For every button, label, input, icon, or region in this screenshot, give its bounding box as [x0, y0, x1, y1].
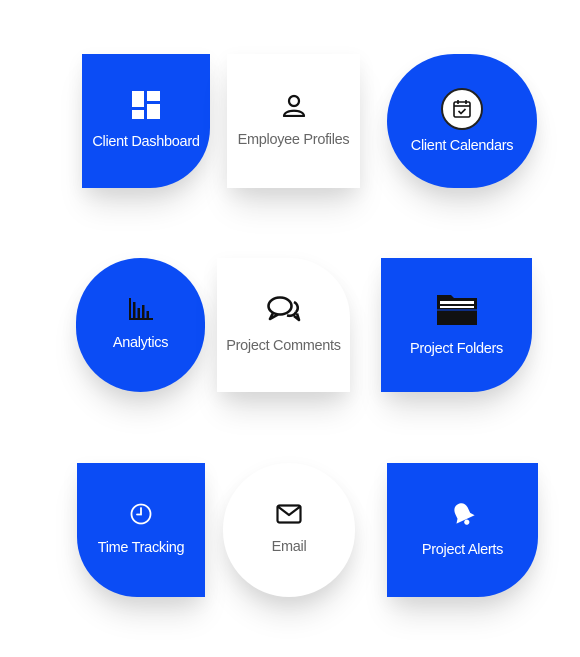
tile-label: Project Folders: [409, 341, 503, 357]
clock-icon: [130, 503, 152, 530]
bar-chart-icon: [128, 298, 153, 325]
employee-profiles-tile[interactable]: Employee Profiles: [227, 54, 360, 188]
bell-icon: [450, 501, 476, 532]
client-dashboard-tile[interactable]: Client Dashboard: [82, 54, 210, 188]
analytics-tile[interactable]: Analytics: [76, 258, 205, 392]
tile-label: Email: [271, 539, 307, 555]
tile-label: Project Comments: [226, 338, 341, 354]
calendar-check-icon: [441, 87, 483, 130]
folder-icon: [436, 292, 478, 331]
tile-label: Client Calendars: [410, 137, 514, 154]
tile-label: Project Alerts: [421, 542, 504, 558]
time-tracking-tile[interactable]: Time Tracking: [77, 463, 205, 597]
tile-label: Time Tracking: [97, 540, 185, 556]
envelope-icon: [276, 504, 302, 529]
project-alerts-tile[interactable]: Project Alerts: [387, 463, 538, 597]
email-tile[interactable]: Email: [223, 463, 355, 597]
tile-label: Client Dashboard: [92, 134, 200, 150]
tile-label: Employee Profiles: [237, 132, 350, 148]
comments-icon: [266, 295, 302, 328]
project-folders-tile[interactable]: Project Folders: [381, 258, 532, 392]
project-comments-tile[interactable]: Project Comments: [217, 258, 350, 392]
user-icon: [282, 93, 306, 122]
dashboard-icon: [132, 91, 160, 124]
tile-label: Analytics: [112, 335, 169, 351]
client-calendars-tile[interactable]: Client Calendars: [387, 54, 537, 188]
